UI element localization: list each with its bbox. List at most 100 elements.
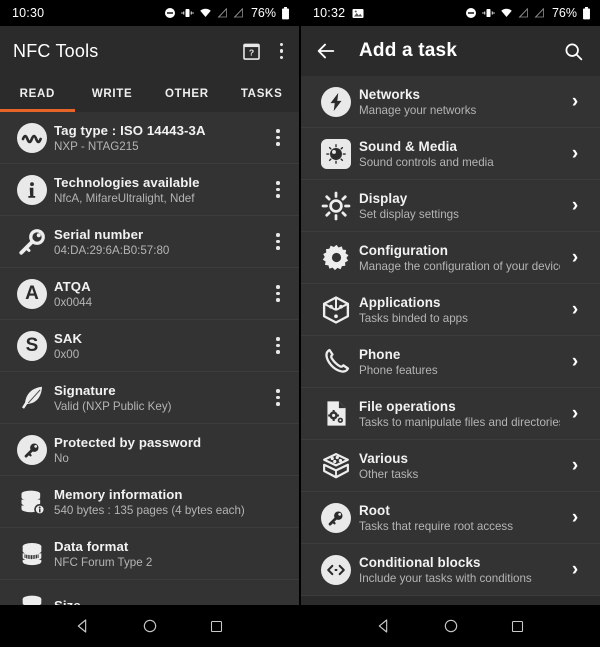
list-item-subtitle: Tasks that require root access xyxy=(359,519,514,533)
info-icon xyxy=(10,174,54,205)
chevron-right-icon: › xyxy=(571,455,579,476)
list-item[interactable]: Protected by password No xyxy=(0,424,299,476)
list-item-subtitle: 04:DA:29:6A:B0:57:80 xyxy=(54,243,170,257)
size-disk-icon xyxy=(10,592,54,605)
list-item[interactable]: Networks Manage your networks › xyxy=(301,76,600,128)
list-item-title: Root xyxy=(359,502,390,518)
item-overflow-icon[interactable] xyxy=(273,229,283,254)
item-overflow-icon[interactable] xyxy=(273,333,283,358)
search-icon[interactable] xyxy=(563,41,584,62)
list-item[interactable]: Memory information 540 bytes : 135 pages… xyxy=(0,476,299,528)
data-format-icon xyxy=(10,540,54,568)
list-item-title: ATQA xyxy=(54,278,91,294)
system-nav-bar-left xyxy=(0,605,299,647)
list-item-title: Various xyxy=(359,450,409,466)
list-item[interactable]: S SAK 0x00 xyxy=(0,320,299,372)
list-item-title: Technologies available xyxy=(54,174,200,190)
back-nav-icon[interactable] xyxy=(75,618,91,634)
tab-label: TASKS xyxy=(240,88,283,100)
app-bar-left: NFC Tools ? xyxy=(0,26,299,76)
recents-nav-icon[interactable] xyxy=(510,619,525,634)
status-time: 10:30 xyxy=(12,6,45,20)
tab-write[interactable]: WRITE xyxy=(75,76,150,112)
password-key-icon xyxy=(10,434,54,465)
list-item-title: Data format xyxy=(54,538,129,554)
wifi-icon xyxy=(199,7,212,19)
list-item[interactable]: Display Set display settings › xyxy=(301,180,600,232)
list-item[interactable]: Sound & Media Sound controls and media › xyxy=(301,128,600,180)
list-item-title: Memory information xyxy=(54,486,183,502)
vibrate-icon xyxy=(181,7,194,19)
list-item[interactable]: Conditional blocks Include your tasks wi… xyxy=(301,544,600,596)
list-item-subtitle: Tasks to manipulate files and directorie… xyxy=(359,415,560,429)
tag-info-list[interactable]: Tag type : ISO 14443-3A NXP - NTAG215 Te… xyxy=(0,112,299,605)
list-item-subtitle: Phone features xyxy=(359,363,438,377)
list-item-title: SAK xyxy=(54,330,83,346)
list-item[interactable]: Technologies available NfcA, MifareUltra… xyxy=(0,164,299,216)
tab-label: WRITE xyxy=(91,88,133,100)
list-item-subtitle: 0x0044 xyxy=(54,295,93,309)
app-bar-right: Add a task xyxy=(301,26,600,76)
home-nav-icon[interactable] xyxy=(142,618,158,634)
list-item[interactable]: Configuration Manage the configuration o… xyxy=(301,232,600,284)
list-item-subtitle: NXP - NTAG215 xyxy=(54,139,139,153)
list-item-title: Display xyxy=(359,190,408,206)
chevron-right-icon: › xyxy=(571,403,579,424)
list-item-subtitle: Other tasks xyxy=(359,467,419,481)
right-phone-screen: 10:32 76% Add a task Networks Manage you… xyxy=(299,0,600,647)
list-item-title: Size xyxy=(54,598,263,605)
battery-percent: 76% xyxy=(250,6,276,20)
list-item-subtitle: 0x00 xyxy=(54,347,80,361)
list-item[interactable]: Various Other tasks › xyxy=(301,440,600,492)
list-item-title: Phone xyxy=(359,346,401,362)
item-overflow-icon[interactable] xyxy=(273,125,283,150)
list-item-subtitle: No xyxy=(54,451,69,465)
list-item-subtitle: Sound controls and media xyxy=(359,155,494,169)
list-item[interactable]: File operations Tasks to manipulate file… xyxy=(301,388,600,440)
item-overflow-icon[interactable] xyxy=(273,177,283,202)
list-item-subtitle: NFC Forum Type 2 xyxy=(54,555,153,569)
chevron-right-icon: › xyxy=(571,351,579,372)
feather-icon xyxy=(10,383,54,413)
list-item-subtitle: Include your tasks with conditions xyxy=(359,571,532,585)
cube-box-icon xyxy=(313,295,359,325)
item-overflow-icon[interactable] xyxy=(273,281,283,306)
gear-icon xyxy=(313,243,359,272)
sound-knob-icon xyxy=(313,138,359,169)
signal-off-icon xyxy=(534,7,545,19)
chevron-right-icon: › xyxy=(571,143,579,164)
battery-icon xyxy=(582,6,591,20)
list-item[interactable]: Tag type : ISO 14443-3A NXP - NTAG215 xyxy=(0,112,299,164)
signal-off-icon xyxy=(518,7,529,19)
list-item[interactable]: A ATQA 0x0044 xyxy=(0,268,299,320)
phone-handset-icon xyxy=(313,347,359,376)
do-not-disturb-icon xyxy=(164,7,176,19)
item-overflow-icon[interactable] xyxy=(273,385,283,410)
help-book-icon[interactable]: ? xyxy=(242,42,261,61)
tab-other[interactable]: OTHER xyxy=(150,76,225,112)
list-item[interactable]: Root Tasks that require root access › xyxy=(301,492,600,544)
key-icon xyxy=(10,227,54,257)
tab-label: OTHER xyxy=(165,88,209,100)
recents-nav-icon[interactable] xyxy=(209,619,224,634)
list-item[interactable]: Size xyxy=(0,580,299,605)
file-gear-icon xyxy=(313,399,359,428)
status-bar-left: 10:30 76% xyxy=(0,0,299,26)
tab-read[interactable]: READ xyxy=(0,76,75,112)
list-item[interactable]: Applications Tasks binded to apps › xyxy=(301,284,600,336)
list-item[interactable]: Signature Valid (NXP Public Key) xyxy=(0,372,299,424)
back-nav-icon[interactable] xyxy=(376,618,392,634)
home-nav-icon[interactable] xyxy=(443,618,459,634)
left-phone-screen: 10:30 76% NFC Tools ? READ WRITE OTHER T… xyxy=(0,0,299,647)
overflow-menu-icon[interactable] xyxy=(277,39,287,64)
list-item[interactable]: Serial number 04:DA:29:6A:B0:57:80 xyxy=(0,216,299,268)
chevron-right-icon: › xyxy=(571,507,579,528)
list-item[interactable]: Data format NFC Forum Type 2 xyxy=(0,528,299,580)
page-title: Add a task xyxy=(359,40,458,61)
tab-tasks[interactable]: TASKS xyxy=(224,76,299,112)
list-item-subtitle: Manage the configuration of your device xyxy=(359,259,560,273)
task-category-list[interactable]: Networks Manage your networks › Sound & … xyxy=(301,76,600,605)
list-item[interactable]: Phone Phone features › xyxy=(301,336,600,388)
list-item-title: Applications xyxy=(359,294,441,310)
back-arrow-icon[interactable] xyxy=(315,40,337,62)
